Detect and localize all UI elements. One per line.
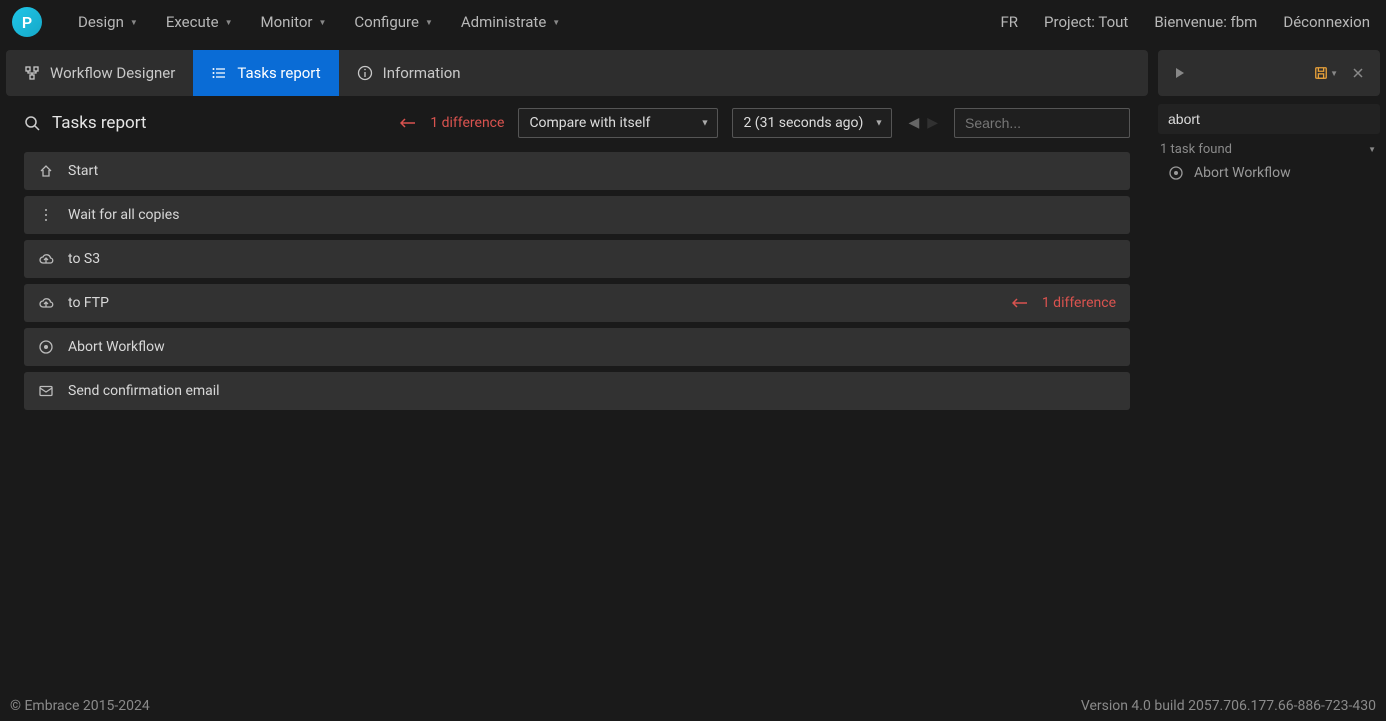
compare-select-value: Compare with itself [529,115,650,131]
report-toolbar: Tasks report 1 difference Compare with i… [6,104,1148,152]
sub-bar: Workflow Designer Tasks report Information… [0,44,1386,96]
chevron-down-icon: ▼ [1368,145,1376,154]
project-label[interactable]: Project: Tout [1044,13,1128,31]
task-row[interactable]: to FTP 1 difference [24,284,1130,322]
chevron-down-icon: ▼ [130,18,138,27]
search-result-label: Abort Workflow [1194,165,1291,181]
cloud-icon [38,251,54,267]
version-label: Version 4.0 build 2057.706.177.66-886-72… [1081,698,1376,714]
top-nav: P Design▼Execute▼Monitor▼Configure▼Admin… [0,0,1386,44]
main-column: Tasks report 1 difference Compare with i… [6,104,1148,691]
list-icon [211,65,227,81]
task-row[interactable]: Send confirmation email [24,372,1130,410]
chevron-down-icon: ▼ [701,118,710,129]
arrow-left-icon [1012,297,1028,309]
info-icon [357,65,373,81]
mail-icon [38,383,54,399]
chevron-down-icon: ▼ [552,18,560,27]
task-row[interactable]: Abort Workflow [24,328,1130,366]
tab-workflow-designer[interactable]: Workflow Designer [6,50,193,96]
menu-label: Execute [166,13,219,31]
tab-tasks-report[interactable]: Tasks report [193,50,338,96]
cloud-icon [38,295,54,311]
menu-design[interactable]: Design ▼ [64,7,152,37]
task-row[interactable]: Start [24,152,1130,190]
menu-label: Design [78,13,124,31]
save-button[interactable]: ▼ [1314,66,1338,80]
task-label: Abort Workflow [68,339,165,355]
app-logo[interactable]: P [12,7,42,37]
close-button[interactable] [1346,61,1370,85]
chevron-down-icon: ▼ [875,118,884,129]
target-icon [38,339,54,355]
menu-label: Monitor [261,13,313,31]
menu-configure[interactable]: Configure ▼ [340,7,446,37]
lang-switch[interactable]: FR [1001,13,1019,31]
side-panel: 1 task found ▼ Abort Workflow [1158,104,1380,691]
tab-strip: Workflow Designer Tasks report Information [6,50,1148,96]
run-select-value: 2 (31 seconds ago) [743,115,863,131]
run-nav: ◀ ▶ [906,115,940,131]
task-label: to S3 [68,251,100,267]
play-button[interactable] [1168,61,1192,85]
tab-label: Tasks report [237,64,320,82]
side-panel-toolbar: ▼ [1158,50,1380,96]
menu-monitor[interactable]: Monitor ▼ [247,7,341,37]
dots-icon [38,207,54,223]
task-row[interactable]: Wait for all copies [24,196,1130,234]
page-title: Tasks report [24,113,146,133]
search-icon [24,115,40,131]
logout-link[interactable]: Déconnexion [1283,13,1370,31]
row-diff-indicator: 1 difference [1012,295,1116,311]
tab-label: Workflow Designer [50,64,175,82]
side-found-row[interactable]: 1 task found ▼ [1158,140,1380,163]
menu-administrate[interactable]: Administrate ▼ [447,7,574,37]
top-nav-right: FR Project: Tout Bienvenue: fbm Déconnex… [1001,13,1375,31]
tab-information[interactable]: Information [339,50,479,96]
menu-label: Administrate [461,13,546,31]
arrow-left-icon [400,117,416,129]
menu-execute[interactable]: Execute ▼ [152,7,247,37]
task-list: Start Wait for all copies to S3 to FTP 1… [6,152,1148,410]
task-row[interactable]: to S3 [24,240,1130,278]
tab-label: Information [383,64,461,82]
home-icon [38,163,54,179]
prev-run-button[interactable]: ◀ [906,115,921,131]
row-diff-text: 1 difference [1042,295,1116,311]
search-result[interactable]: Abort Workflow [1158,163,1380,183]
target-icon [1168,165,1184,181]
workflow-icon [24,65,40,81]
task-label: Send confirmation email [68,383,220,399]
side-search-input[interactable] [1158,104,1380,134]
search-input[interactable] [954,108,1130,138]
chevron-down-icon: ▼ [319,18,327,27]
chevron-down-icon: ▼ [1330,69,1338,78]
footer: © Embrace 2015-2024 Version 4.0 build 20… [0,691,1386,721]
compare-select[interactable]: Compare with itself ▼ [518,108,718,138]
welcome-label: Bienvenue: fbm [1154,13,1257,31]
next-run-button[interactable]: ▶ [925,115,940,131]
copyright: © Embrace 2015-2024 [10,698,150,714]
main-area: Tasks report 1 difference Compare with i… [0,96,1386,691]
side-found-label: 1 task found [1160,142,1232,157]
chevron-down-icon: ▼ [225,18,233,27]
run-select[interactable]: 2 (31 seconds ago) ▼ [732,108,892,138]
page-title-text: Tasks report [52,113,146,133]
diff-indicator[interactable]: 1 difference [400,115,504,131]
task-label: to FTP [68,295,109,311]
diff-count-text: 1 difference [430,115,504,131]
chevron-down-icon: ▼ [425,18,433,27]
menu-label: Configure [354,13,419,31]
task-label: Wait for all copies [68,207,179,223]
task-label: Start [68,163,98,179]
